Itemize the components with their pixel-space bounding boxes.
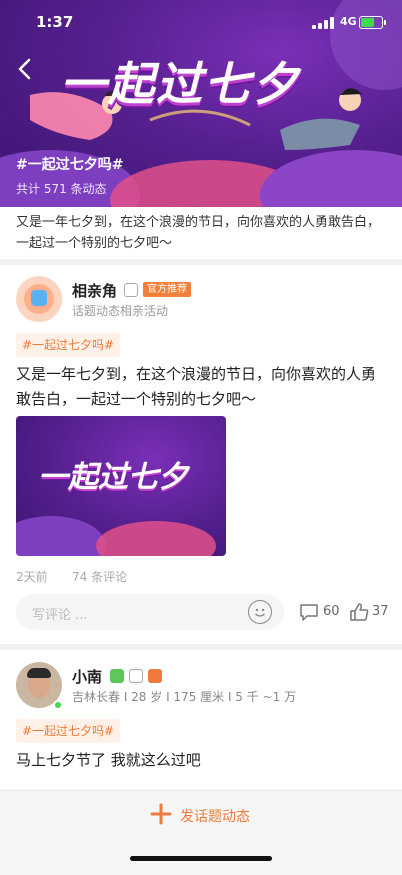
verified-icon	[124, 283, 138, 297]
comment-placeholder: 写评论 ...	[32, 608, 88, 623]
post-image-title: 一起过七夕	[38, 460, 188, 495]
post-topic-label: 发话题动态	[180, 809, 250, 825]
battery-icon	[359, 16, 383, 29]
chat-badge-icon	[110, 669, 124, 683]
post-image[interactable]: 一起过七夕	[16, 416, 226, 556]
post-time: 2天前	[16, 570, 48, 584]
official-badge: 官方推荐	[143, 282, 191, 297]
home-indicator	[130, 856, 272, 861]
topic-hero-banner: 一起过七夕 1:37 4G #一起过七夕吗# 共计 571 条动态	[0, 0, 402, 207]
topic-description: 又是一年七夕到，在这个浪漫的节日，向你喜欢的人勇敢告白，一起过一个特别的七夕吧～	[16, 215, 381, 251]
plus-icon	[150, 803, 172, 825]
post-text: 马上七夕节了 我就这么过吧	[16, 751, 201, 769]
section-divider	[0, 259, 402, 265]
avatar-hair	[27, 668, 51, 678]
like-button[interactable]: 37	[348, 601, 390, 623]
comment-input[interactable]: 写评论 ...	[16, 594, 284, 630]
image-cloud-decoration	[96, 521, 216, 556]
heart-icon	[31, 290, 47, 306]
bottom-action-bar: 发话题动态	[0, 790, 402, 875]
post-comment-count: 74 条评论	[72, 570, 128, 584]
comment-icon	[300, 604, 318, 621]
topic-chip[interactable]: #一起过七夕吗#	[16, 719, 121, 743]
poster-name[interactable]: 相亲角	[72, 280, 117, 301]
online-dot	[53, 700, 63, 710]
back-arrow-icon	[18, 58, 31, 80]
back-button[interactable]	[14, 56, 36, 82]
image-cloud-decoration	[16, 516, 106, 556]
user-info: 吉林长春 I 28 岁 I 175 厘米 I 5 千 ~1 万	[72, 690, 297, 704]
comment-button[interactable]: 60	[298, 601, 340, 623]
battery-tip	[384, 20, 386, 25]
hero-topic-tag: #一起过七夕吗#	[16, 157, 124, 173]
topic-chip[interactable]: #一起过七夕吗#	[16, 333, 121, 357]
emoji-icon[interactable]	[248, 600, 272, 624]
signal-icon	[312, 17, 334, 29]
hero-title-art: 一起过七夕	[60, 57, 300, 111]
verified-icon	[129, 669, 143, 683]
poster-subtitle: 话题动态相亲活动	[72, 304, 169, 318]
like-icon	[350, 603, 369, 621]
comment-count: 60	[323, 604, 340, 619]
like-count: 37	[372, 604, 389, 619]
status-time: 1:37	[36, 13, 74, 31]
avatar[interactable]	[16, 276, 62, 322]
post-text: 又是一年七夕到，在这个浪漫的节日，向你喜欢的人勇敢告白，一起过一个特别的七夕吧～	[16, 365, 377, 408]
hero-post-count: 共计 571 条动态	[16, 182, 107, 196]
network-type: 4G	[340, 15, 357, 28]
status-bar: 1:37 4G	[0, 0, 402, 44]
section-divider	[0, 644, 402, 650]
poster-name[interactable]: 小南	[72, 666, 102, 687]
level-badge-icon	[148, 669, 162, 683]
